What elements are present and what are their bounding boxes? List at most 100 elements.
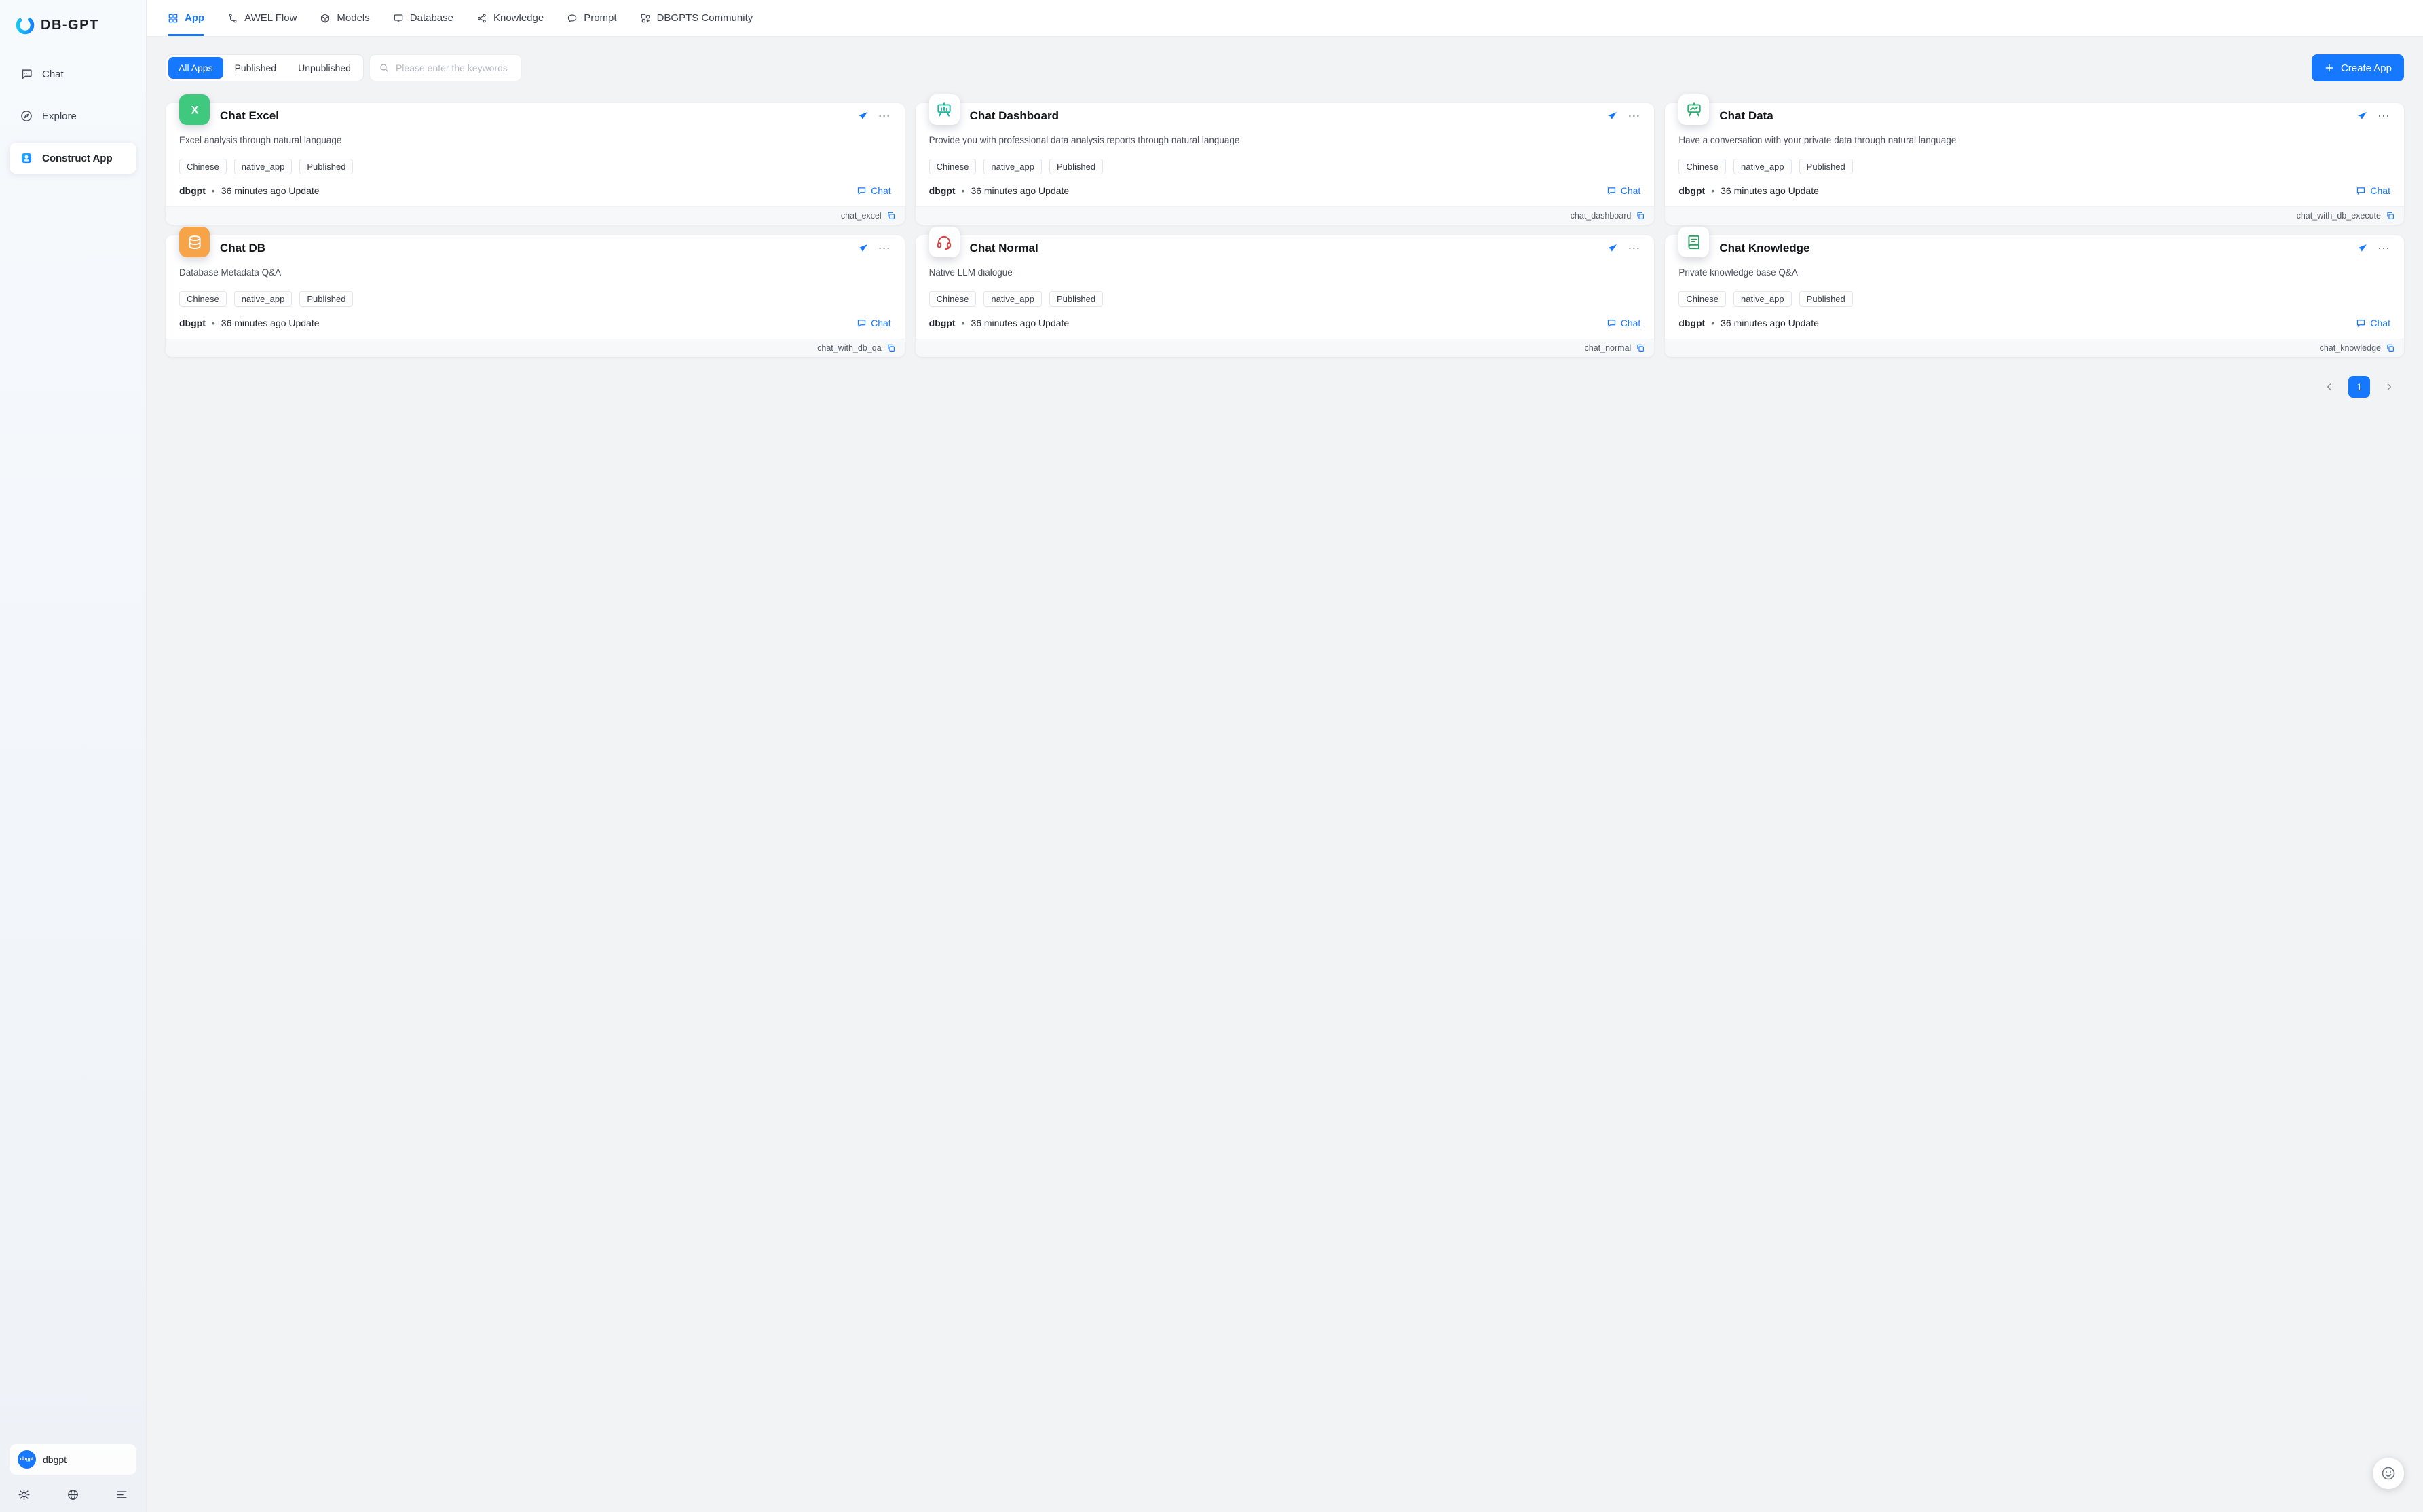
more-options-icon[interactable]: ⋯ <box>1628 242 1640 254</box>
meta-separator: • <box>962 318 965 328</box>
create-app-label: Create App <box>2341 62 2392 74</box>
tag-type: native_app <box>1733 159 1792 174</box>
tag-language: Chinese <box>929 291 977 307</box>
app-card-chat-normal[interactable]: Chat Normal ⋯ Native LLM dialogue Chines… <box>916 235 1655 357</box>
app-card-chat-knowledge[interactable]: Chat Knowledge ⋯ Private knowledge base … <box>1665 235 2404 357</box>
chat-link-label: Chat <box>871 318 891 328</box>
app-card-chat-excel[interactable]: X Chat Excel ⋯ Excel analysis through na… <box>166 103 905 225</box>
share-app-icon[interactable] <box>1607 243 1618 254</box>
user-avatar: dbgpt <box>18 1450 36 1469</box>
chat-link[interactable]: Chat <box>2356 185 2390 196</box>
language-globe-icon[interactable] <box>67 1488 79 1501</box>
chat-link[interactable]: Chat <box>1607 318 1641 328</box>
chat-link[interactable]: Chat <box>1607 185 1641 196</box>
app-card-description: Have a conversation with your private da… <box>1678 135 2390 147</box>
pagination: 1 <box>166 376 2404 398</box>
tag-language: Chinese <box>1678 159 1726 174</box>
app-card-chat-data[interactable]: Chat Data ⋯ Have a conversation with you… <box>1665 103 2404 225</box>
sidebar-item-chat[interactable]: Chat <box>10 58 136 90</box>
tag-language: Chinese <box>1678 291 1726 307</box>
feedback-smiley-button[interactable] <box>2373 1458 2404 1489</box>
user-profile[interactable]: dbgpt dbgpt <box>10 1444 136 1475</box>
more-options-icon[interactable]: ⋯ <box>878 242 891 254</box>
more-options-icon[interactable]: ⋯ <box>2378 242 2390 254</box>
tag-language: Chinese <box>179 291 227 307</box>
tab-knowledge[interactable]: Knowledge <box>466 0 554 36</box>
tab-prompt[interactable]: Prompt <box>557 0 626 36</box>
filter-tab-group: All Apps Published Unpublished <box>166 54 364 81</box>
search-input[interactable] <box>396 62 512 73</box>
tag-type: native_app <box>1733 291 1792 307</box>
prompt-icon <box>567 13 578 24</box>
sidebar-footer-icons <box>10 1475 136 1502</box>
sidebar-item-explore[interactable]: Explore <box>10 100 136 132</box>
app-updated-time: 36 minutes ago Update <box>1721 318 1819 328</box>
dbgpt-logo-icon <box>15 15 35 35</box>
more-options-icon[interactable]: ⋯ <box>878 110 891 122</box>
theme-toggle-icon[interactable] <box>18 1488 31 1501</box>
sidebar-item-label: Construct App <box>42 153 113 164</box>
explore-icon <box>20 109 33 123</box>
app-owner: dbgpt <box>179 318 206 328</box>
database-icon <box>393 13 404 24</box>
copy-icon[interactable] <box>886 343 896 353</box>
tab-label: Models <box>337 12 369 24</box>
more-options-icon[interactable]: ⋯ <box>1628 110 1640 122</box>
app-card-description: Private knowledge base Q&A <box>1678 267 2390 280</box>
copy-icon[interactable] <box>886 211 896 221</box>
app-card-title: Chat Excel <box>220 109 847 125</box>
filter-tab-all-apps[interactable]: All Apps <box>168 57 223 79</box>
app-owner: dbgpt <box>179 185 206 196</box>
share-app-icon[interactable] <box>857 243 869 254</box>
chat-bubble-icon <box>2356 186 2366 196</box>
chat-bubble-icon <box>1607 186 1617 196</box>
share-app-icon[interactable] <box>1607 111 1618 122</box>
dbgpt-logo: DB-GPT <box>10 12 136 38</box>
pagination-page-1[interactable]: 1 <box>2348 376 2370 398</box>
chat-link[interactable]: Chat <box>2356 318 2390 328</box>
create-app-button[interactable]: Create App <box>2312 54 2404 81</box>
app-card-chat-dashboard[interactable]: Chat Dashboard ⋯ Provide you with profes… <box>916 103 1655 225</box>
smiley-icon <box>2380 1465 2397 1481</box>
share-app-icon[interactable] <box>2356 243 2368 254</box>
chat-link[interactable]: Chat <box>857 185 891 196</box>
app-code: chat_with_db_execute <box>2297 211 2381 221</box>
app-updated-time: 36 minutes ago Update <box>1721 185 1819 196</box>
pagination-prev[interactable] <box>2318 376 2340 398</box>
chat-bubble-icon <box>1607 318 1617 328</box>
app-code: chat_with_db_qa <box>817 343 882 353</box>
knowledge-icon <box>476 13 487 24</box>
tag-language: Chinese <box>929 159 977 174</box>
app-card-chat-db[interactable]: Chat DB ⋯ Database Metadata Q&A Chinese … <box>166 235 905 357</box>
tab-app[interactable]: App <box>157 0 214 36</box>
chat-bubble-icon <box>857 318 867 328</box>
top-nav: App AWEL Flow Models <box>147 0 2423 37</box>
pagination-next[interactable] <box>2378 376 2400 398</box>
sidebar-item-construct-app[interactable]: Construct App <box>10 143 136 174</box>
filter-tab-published[interactable]: Published <box>225 57 287 79</box>
tab-database[interactable]: Database <box>383 0 464 36</box>
user-name: dbgpt <box>43 1454 67 1465</box>
main-column: App AWEL Flow Models <box>147 0 2423 1512</box>
chat-link[interactable]: Chat <box>857 318 891 328</box>
app-owner: dbgpt <box>1678 318 1705 328</box>
share-app-icon[interactable] <box>857 111 869 122</box>
share-app-icon[interactable] <box>2356 111 2368 122</box>
collapse-menu-icon[interactable] <box>115 1488 128 1501</box>
copy-icon[interactable] <box>2386 343 2395 353</box>
chat-bubble-icon <box>857 186 867 196</box>
app-grid-icon <box>168 13 179 24</box>
tab-dbgpts-community[interactable]: DBGPTS Community <box>630 0 764 36</box>
main-content: All Apps Published Unpublished Cr <box>147 37 2423 1512</box>
more-options-icon[interactable]: ⋯ <box>2378 110 2390 122</box>
filter-tab-unpublished[interactable]: Unpublished <box>288 57 361 79</box>
tab-label: DBGPTS Community <box>657 12 753 24</box>
meta-separator: • <box>212 185 215 196</box>
app-card-title: Chat Knowledge <box>1719 242 2346 257</box>
copy-icon[interactable] <box>1636 343 1645 353</box>
copy-icon[interactable] <box>1636 211 1645 221</box>
copy-icon[interactable] <box>2386 211 2395 221</box>
tab-awel-flow[interactable]: AWEL Flow <box>217 0 307 36</box>
tag-type: native_app <box>234 291 293 307</box>
tab-models[interactable]: Models <box>309 0 379 36</box>
